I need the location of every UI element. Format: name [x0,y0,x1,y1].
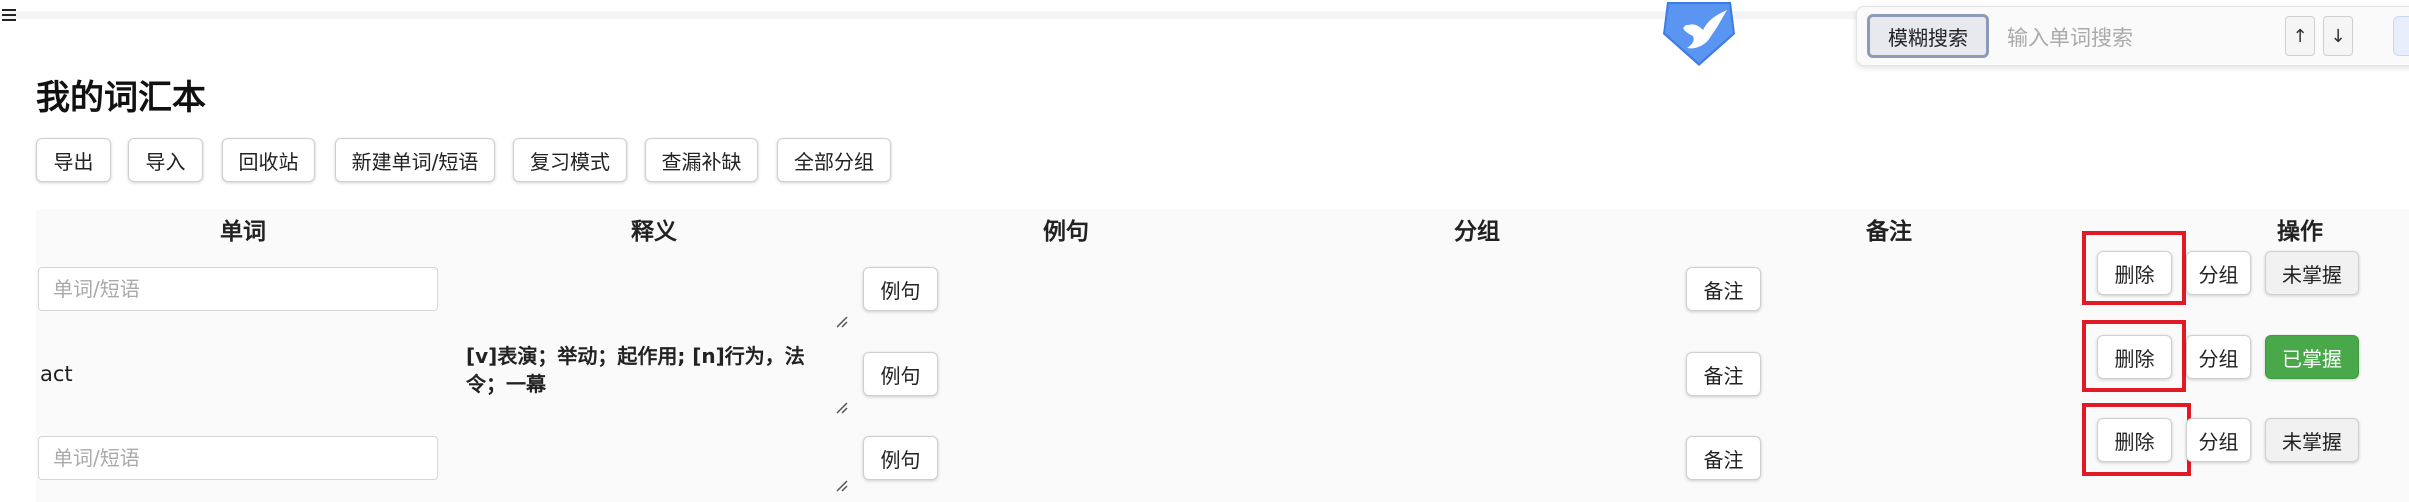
column-header-word: 单词 [220,219,266,245]
note-button[interactable]: 备注 [1686,436,1761,480]
page-title: 我的词汇本 [36,78,206,118]
column-header-definition: 释义 [631,219,677,245]
import-button[interactable]: 导入 [128,138,203,182]
mastery-toggle-button[interactable]: 未掌握 [2265,251,2359,295]
definition-textarea[interactable] [450,250,850,330]
fuzzy-search-button[interactable]: 模糊搜索 [1867,14,1989,58]
recycle-bin-button[interactable]: 回收站 [222,138,315,182]
all-groups-button[interactable]: 全部分组 [777,138,891,182]
delete-button[interactable]: 删除 [2097,251,2172,295]
word-text[interactable]: act [40,362,73,386]
word-input[interactable] [38,436,438,480]
export-button[interactable]: 导出 [36,138,111,182]
delete-button[interactable]: 删除 [2097,335,2172,379]
word-input[interactable] [38,267,438,311]
note-button[interactable]: 备注 [1686,352,1761,396]
fill-gaps-button[interactable]: 查漏补缺 [645,138,758,182]
resize-grip-icon[interactable] [834,478,848,492]
mastery-toggle-button[interactable]: 未掌握 [2265,418,2359,462]
column-header-example: 例句 [1043,219,1089,245]
example-button[interactable]: 例句 [863,436,938,480]
column-header-actions: 操作 [2277,219,2323,245]
definition-text: [v]表演；举动；起作用; [n]行为，法令；一幕 [466,344,805,396]
group-button[interactable]: 分组 [2186,335,2251,379]
resize-grip-icon[interactable] [834,314,848,328]
example-button[interactable]: 例句 [863,352,938,396]
delete-button[interactable]: 删除 [2097,418,2172,462]
definition-textarea[interactable]: [v]表演；举动；起作用; [n]行为，法令；一幕 [450,336,850,416]
review-mode-button[interactable]: 复习模式 [513,138,627,182]
search-input[interactable] [2005,17,2269,59]
resize-grip-icon[interactable] [834,400,848,414]
new-word-button[interactable]: 新建单词/短语 [335,138,495,182]
search-bar: 模糊搜索 ↑ ↓ [1856,6,2409,66]
hamburger-menu-icon[interactable] [2,6,20,24]
column-header-group: 分组 [1454,219,1500,245]
note-button[interactable]: 备注 [1686,267,1761,311]
definition-textarea[interactable] [450,414,850,494]
group-button[interactable]: 分组 [2186,418,2251,462]
search-prev-button[interactable]: ↑ [2285,16,2315,56]
search-extra-button[interactable] [2393,16,2409,56]
group-button[interactable]: 分组 [2186,251,2251,295]
column-header-note: 备注 [1866,219,1912,245]
bird-shield-logo-icon [1663,2,1735,66]
mastery-toggle-button[interactable]: 已掌握 [2265,335,2359,379]
example-button[interactable]: 例句 [863,267,938,311]
search-next-button[interactable]: ↓ [2323,16,2353,56]
